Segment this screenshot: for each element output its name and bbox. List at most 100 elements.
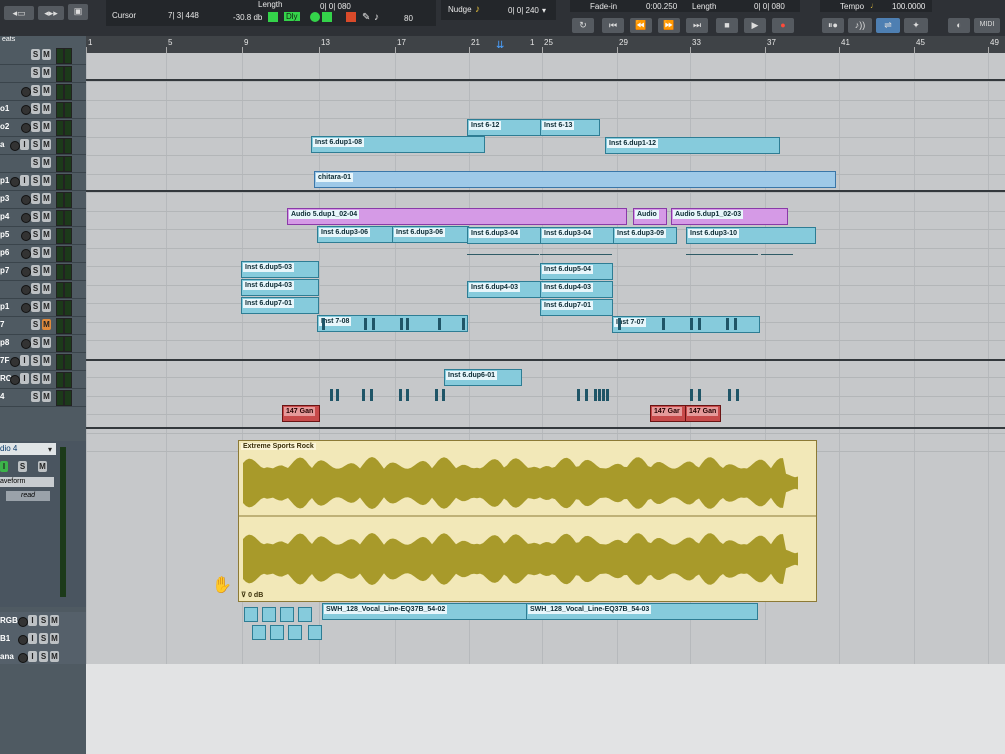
- track-name[interactable]: B1: [0, 634, 10, 643]
- track-header-row[interactable]: 7F M S I: [0, 352, 86, 371]
- mute-button[interactable]: M: [50, 615, 59, 626]
- input-button[interactable]: I: [20, 175, 29, 186]
- midi-note-block[interactable]: [728, 389, 731, 401]
- small-clip-icon[interactable]: [252, 625, 266, 640]
- clip-gain[interactable]: ⊽ 0 dB: [241, 591, 263, 599]
- midi-note-block[interactable]: [406, 318, 409, 330]
- mute-button[interactable]: M: [42, 373, 51, 384]
- conductor-icon[interactable]: ⇌: [876, 18, 900, 33]
- solo-button[interactable]: S: [31, 229, 40, 240]
- small-clip-icon[interactable]: [288, 625, 302, 640]
- track-header-row[interactable]: MS: [0, 46, 86, 65]
- track-header-row[interactable]: o2 M S: [0, 118, 86, 137]
- midi-note-block[interactable]: [438, 318, 441, 330]
- record-arm-icon[interactable]: [21, 303, 31, 313]
- solo-button[interactable]: S: [31, 391, 40, 402]
- clip-chitara[interactable]: chitara-01: [314, 171, 836, 188]
- empty-clip-line[interactable]: [761, 254, 793, 259]
- track-header-row[interactable]: p5 M S: [0, 226, 86, 245]
- track-header-row[interactable]: p7 M S: [0, 262, 86, 281]
- track-header-row[interactable]: MS: [0, 154, 86, 173]
- midi-button[interactable]: MIDI: [974, 18, 1000, 33]
- input-button[interactable]: I: [28, 651, 37, 662]
- empty-clip-line[interactable]: [540, 254, 612, 259]
- clip-gan1[interactable]: 147 Gan: [282, 405, 320, 422]
- midi-note-block[interactable]: [435, 389, 438, 401]
- length-value[interactable]: 0| 0| 080: [320, 2, 351, 11]
- track-lane[interactable]: [86, 100, 1005, 119]
- clip-dup306b[interactable]: Inst 6.dup3-06: [392, 226, 469, 243]
- midi-note-block[interactable]: [585, 389, 588, 401]
- record-arm-icon[interactable]: [21, 339, 31, 349]
- solo-button[interactable]: S: [31, 283, 40, 294]
- fast-forward-icon[interactable]: ⏩: [658, 18, 680, 33]
- clip-dup112[interactable]: Inst 6.dup1-12: [605, 137, 780, 154]
- mute-button[interactable]: M: [42, 85, 51, 96]
- midi-note-block[interactable]: [322, 318, 325, 330]
- solo-button[interactable]: S: [39, 615, 48, 626]
- solo-button[interactable]: S: [39, 633, 48, 644]
- delay-value[interactable]: 80: [404, 14, 413, 23]
- track-name[interactable]: a: [0, 140, 4, 149]
- track-lane[interactable]: [86, 137, 1005, 156]
- go-to-end-icon[interactable]: ⏭: [686, 18, 708, 33]
- clip-audio5a[interactable]: Audio 5.dup1_02-04: [287, 208, 627, 225]
- midi-note-block[interactable]: [690, 389, 693, 401]
- note-icon[interactable]: ♪: [374, 12, 379, 23]
- track-name[interactable]: 7F: [0, 356, 9, 365]
- track-header-row[interactable]: RC M S I: [0, 370, 86, 389]
- mute-button[interactable]: M: [50, 651, 59, 662]
- return-to-zero-icon[interactable]: ⏮: [602, 18, 624, 33]
- solo-button[interactable]: S: [31, 175, 40, 186]
- midi-note-block[interactable]: [577, 389, 580, 401]
- record-arm-icon[interactable]: [10, 141, 20, 151]
- mute-button[interactable]: M: [42, 337, 51, 348]
- clip-vocal2[interactable]: SWH_128_Vocal_Line-EQ37B_54-03: [526, 603, 758, 620]
- playhead-icon[interactable]: ⇊: [496, 40, 506, 52]
- track-header-row[interactable]: p3 M S: [0, 190, 86, 209]
- clip-dup108[interactable]: Inst 6.dup1-08: [311, 136, 485, 153]
- track-header-row[interactable]: p6 M S: [0, 244, 86, 263]
- zoom-buttons[interactable]: ◂▭: [4, 6, 34, 20]
- record-arm-icon[interactable]: [21, 87, 31, 97]
- midi-note-block[interactable]: [594, 389, 597, 401]
- stop-icon[interactable]: ■: [716, 18, 738, 33]
- mute-button[interactable]: M: [42, 67, 51, 78]
- midi-merge-icon[interactable]: [346, 12, 356, 22]
- track-header-row[interactable]: p4 M S: [0, 208, 86, 227]
- track-name[interactable]: p4: [0, 212, 9, 221]
- midi-note-block[interactable]: [690, 318, 693, 330]
- solo-button[interactable]: S: [31, 355, 40, 366]
- input-button[interactable]: I: [28, 615, 37, 626]
- clip-audio_short[interactable]: Audio: [633, 208, 667, 225]
- track-name[interactable]: 4: [0, 392, 4, 401]
- clip-dup310[interactable]: Inst 6.dup3-10: [686, 227, 816, 244]
- record-arm-icon[interactable]: [21, 195, 31, 205]
- midi-note-block[interactable]: [698, 389, 701, 401]
- track-name[interactable]: p1: [0, 302, 9, 311]
- solo-button[interactable]: S: [31, 49, 40, 60]
- clip-dup403b[interactable]: Inst 6.dup4-03: [467, 281, 541, 298]
- midi-note-block[interactable]: [698, 318, 701, 330]
- midi-note-block[interactable]: [662, 318, 665, 330]
- track-name[interactable]: 7: [0, 320, 4, 329]
- midi-note-block[interactable]: [462, 318, 465, 330]
- track-name-dropdown-icon[interactable]: ▾: [48, 445, 52, 454]
- automation-mode[interactable]: read: [6, 491, 50, 501]
- wait-for-note-icon[interactable]: ⏸●: [822, 18, 844, 33]
- mute-button[interactable]: M: [42, 247, 51, 258]
- track-header-row[interactable]: p1 M S I: [0, 172, 86, 191]
- mute-button[interactable]: M: [42, 283, 51, 294]
- midi-note-block[interactable]: [400, 318, 403, 330]
- solo-button[interactable]: S: [31, 67, 40, 78]
- clip-audio5b[interactable]: Audio 5.dup1_02-03: [671, 208, 788, 225]
- track-header-row[interactable]: o1 M S: [0, 100, 86, 119]
- midi-note-block[interactable]: [736, 389, 739, 401]
- mute-button[interactable]: M: [42, 103, 51, 114]
- midi-note-block[interactable]: [606, 389, 609, 401]
- track-name[interactable]: p8: [0, 338, 9, 347]
- mute-button[interactable]: M: [42, 139, 51, 150]
- mute-button[interactable]: M: [42, 157, 51, 168]
- track-name[interactable]: p6: [0, 248, 9, 257]
- clip-vocal1[interactable]: SWH_128_Vocal_Line-EQ37B_54-02: [322, 603, 528, 620]
